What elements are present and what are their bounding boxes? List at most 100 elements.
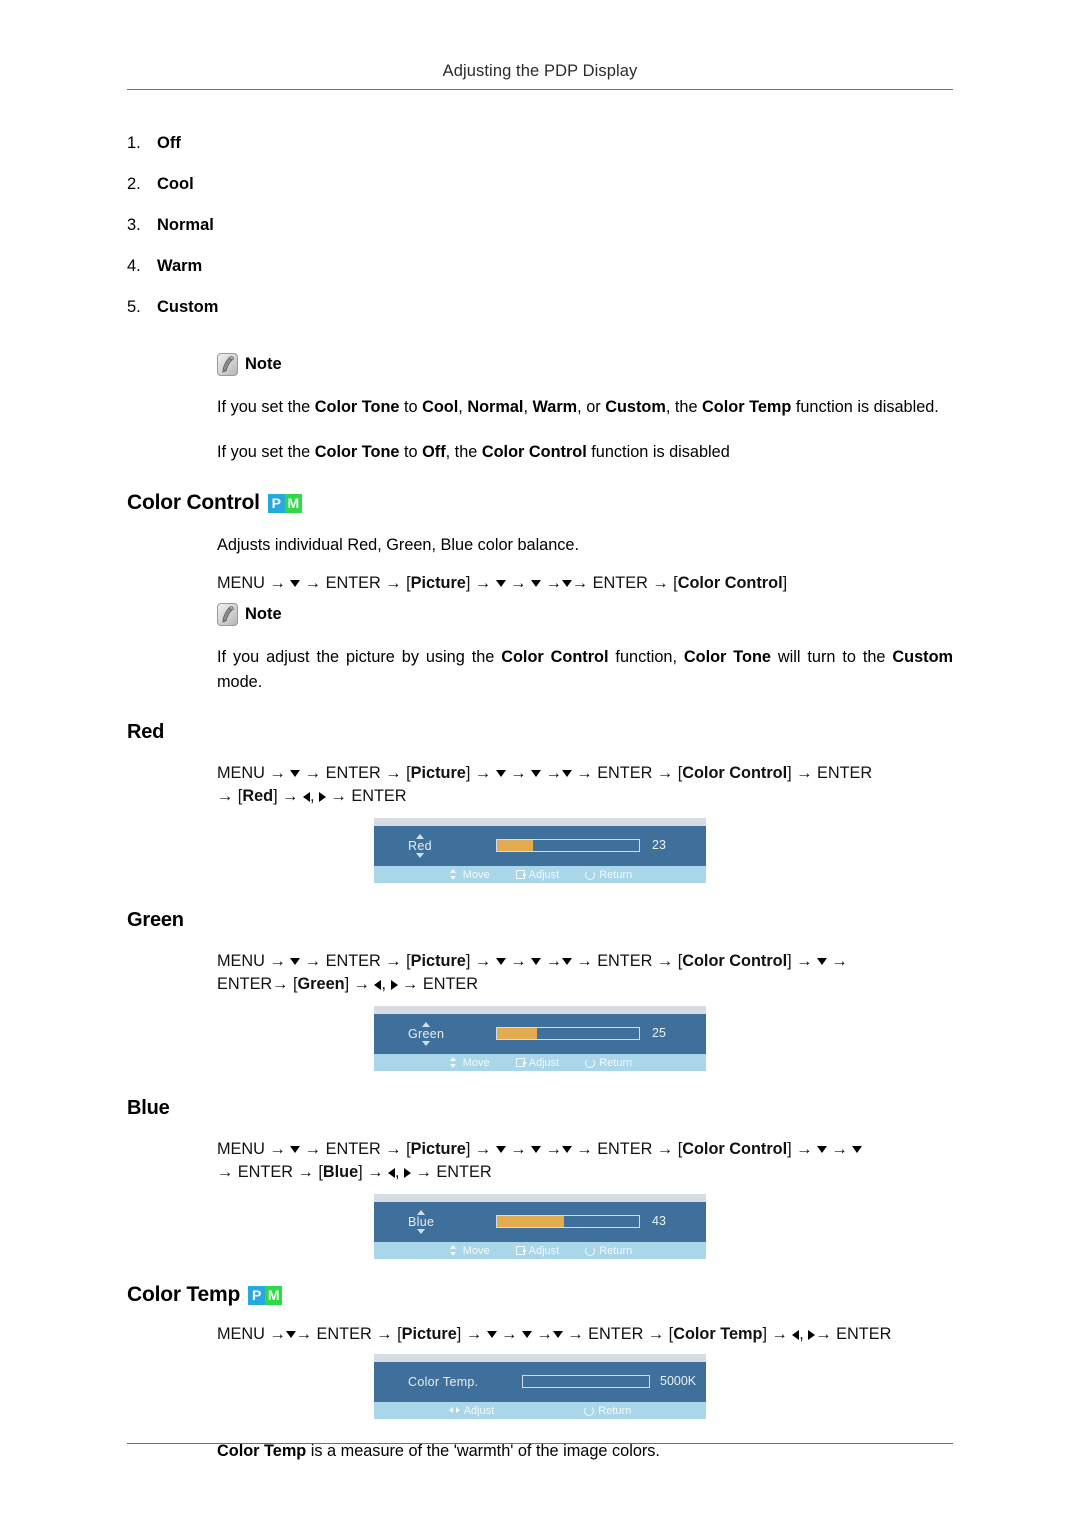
enter-icon [515, 870, 527, 879]
caret-down-icon [422, 1041, 431, 1047]
list-item-number: 3. [127, 216, 141, 234]
osd-label-group: Green [408, 1021, 444, 1047]
section-heading-blue: Blue [127, 1097, 170, 1119]
osd-footer-return[interactable]: Return [585, 869, 632, 881]
arrow-right-icon [319, 792, 327, 802]
list-item: 5. Custom [127, 298, 863, 339]
arrow-down-icon [531, 580, 542, 587]
menu-path-green: MENU → → ENTER → [Picture] → → → → ENTER… [217, 952, 848, 993]
return-icon [585, 1245, 596, 1256]
picture-mode-badge: P [248, 1285, 266, 1305]
arrow-down-icon [495, 770, 506, 777]
osd-footer-adjust[interactable]: Adjust [515, 1244, 560, 1257]
page-content: 1. Off 2. Cool 3. Normal 4. Warm 5. Cust… [127, 110, 953, 1464]
osd-item-label: Color Temp. [408, 1374, 479, 1389]
osd-footer-adjust[interactable]: Adjust [448, 1404, 495, 1417]
osd-top-strip [374, 818, 706, 826]
media-mode-badge: M [284, 493, 302, 513]
menu-path-color-control: MENU → → ENTER → [Picture] → → → → ENTER … [217, 574, 788, 592]
page-title: Color Control P M [127, 491, 953, 515]
osd-top-strip [374, 1354, 706, 1362]
osd-footer-adjust[interactable]: Adjust [515, 868, 560, 881]
osd-footer-label: Adjust [528, 868, 560, 881]
arrow-down-icon [817, 958, 827, 965]
arrow-left-icon [792, 1330, 800, 1340]
arrow-down-icon [561, 958, 572, 965]
list-item-number: 4. [127, 257, 141, 275]
arrow-left-icon [388, 1168, 395, 1178]
caret-up-icon [417, 1209, 426, 1215]
osd-slider-track[interactable] [496, 839, 640, 852]
osd-footer-move[interactable]: Move [448, 1057, 490, 1069]
osd-footer-move[interactable]: Move [448, 1245, 490, 1257]
section-heading-green: Green [127, 909, 184, 931]
arrow-down-icon [522, 1331, 532, 1338]
note-label: Note [245, 354, 282, 373]
osd-footer-return[interactable]: Return [585, 1245, 632, 1257]
list-item-number: 1. [127, 134, 141, 152]
osd-value: 5000K [660, 1374, 697, 1388]
section-description: Adjusts individual Red, Green, Blue colo… [217, 536, 580, 554]
arrow-down-icon [285, 1331, 296, 1338]
note-paragraph: If you set the Color Tone to Off, the Co… [217, 443, 730, 461]
osd-footer-label: Adjust [528, 1244, 560, 1257]
arrow-down-icon [531, 958, 542, 965]
enter-icon [515, 1058, 527, 1067]
osd-footer-return[interactable]: Return [585, 1057, 632, 1069]
list-item-label: Off [157, 134, 181, 152]
osd-slider-track[interactable] [496, 1215, 640, 1228]
arrow-down-icon [561, 580, 572, 587]
color-tone-option-list: 1. Off 2. Cool 3. Normal 4. Warm 5. Cust… [127, 134, 863, 339]
osd-slider-track[interactable] [522, 1375, 650, 1388]
osd-footer-move[interactable]: Move [448, 869, 490, 881]
osd-panel-blue: Blue 43 Move Adjust Return [374, 1194, 706, 1259]
caret-up-icon [415, 833, 424, 839]
return-icon [585, 869, 596, 880]
osd-footer-return[interactable]: Return [584, 1405, 631, 1417]
picture-mode-badge: P [267, 493, 285, 513]
document-page: Adjusting the PDP Display 1. Off 2. Cool… [0, 0, 1080, 1527]
osd-footer-label: Move [462, 868, 490, 881]
osd-item-label: Blue [408, 1214, 435, 1229]
osd-footer-label: Return [599, 1056, 633, 1069]
arrow-down-icon [290, 580, 301, 587]
osd-footer-label: Adjust [463, 1404, 495, 1417]
arrow-down-icon [495, 1146, 506, 1153]
arrow-down-icon [817, 1146, 827, 1153]
arrow-left-icon [374, 980, 382, 990]
osd-body: Blue 43 [374, 1202, 706, 1242]
section-heading-text: Color Control [127, 491, 260, 514]
note-icon [217, 352, 238, 376]
osd-slider-track[interactable] [496, 1027, 640, 1040]
menu-path-blue: MENU → → ENTER → [Picture] → → → → ENTER… [217, 1138, 953, 1184]
osd-label-group: Blue [408, 1209, 435, 1235]
osd-slider-fill [497, 1028, 537, 1039]
menu-path-color-temp: MENU → → ENTER → [Picture] → → → → ENTER … [217, 1325, 892, 1343]
osd-footer: Move Adjust Return [374, 1242, 706, 1259]
arrow-right-icon [808, 1330, 816, 1340]
caret-down-icon [417, 1229, 426, 1235]
note-icon [217, 602, 238, 626]
arrow-down-icon [561, 1146, 572, 1153]
caret-up-icon [422, 1021, 431, 1027]
osd-value: 43 [652, 1214, 666, 1228]
list-item-label: Cool [157, 175, 194, 193]
enter-icon [515, 1246, 527, 1255]
footer-divider [127, 1443, 953, 1444]
osd-panel-green: Green 25 Move Adjust Return [374, 1006, 706, 1071]
osd-slider-fill [497, 1216, 564, 1227]
pm-badge-icon: P M [267, 493, 302, 513]
arrow-down-icon [531, 1146, 542, 1153]
osd-footer-label: Adjust [528, 1056, 560, 1069]
list-item-label: Normal [157, 216, 214, 234]
osd-footer: Adjust Return [374, 1402, 706, 1419]
osd-body: Color Temp. 5000K [374, 1362, 706, 1402]
osd-slider-fill [497, 840, 533, 851]
list-item: 3. Normal [127, 216, 863, 257]
up-down-arrow-icon [448, 869, 459, 880]
osd-footer-label: Return [599, 1244, 633, 1257]
osd-panel-red: Red 23 Move Adjust Return [374, 818, 706, 883]
note-header: Note [217, 351, 953, 377]
up-down-arrow-icon [448, 1057, 459, 1068]
osd-footer-adjust[interactable]: Adjust [515, 1056, 560, 1069]
